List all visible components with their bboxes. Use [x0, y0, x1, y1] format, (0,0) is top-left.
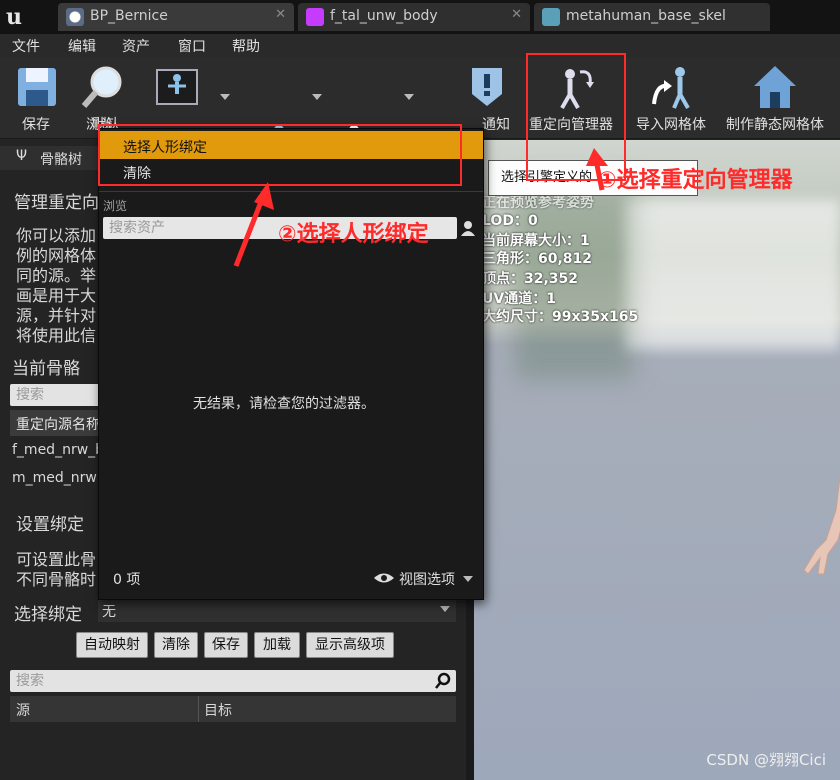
divider	[99, 191, 483, 192]
menu-window[interactable]: 窗口	[178, 36, 206, 56]
stat-triangles: 三角形：60,812	[482, 251, 593, 267]
stat-vertices: 顶点：32,352	[482, 271, 579, 287]
character-arm	[803, 473, 840, 575]
skeleton-icon	[542, 8, 560, 26]
eye-icon	[374, 573, 394, 583]
auto-map-button[interactable]: 自动映射	[76, 632, 148, 658]
save-button[interactable]: 保存	[8, 58, 68, 138]
save-icon	[18, 68, 56, 106]
retarget-source-header: 重定向源名称	[10, 410, 100, 436]
annotation-step2: ②选择人形绑定	[278, 222, 429, 247]
chevron-down-icon[interactable]	[312, 94, 322, 100]
list-item[interactable]: f_med_nrw_b	[12, 442, 104, 458]
close-icon[interactable]: ✕	[511, 7, 522, 22]
select-rig-label: 选择绑定	[14, 605, 82, 625]
search-icon	[435, 672, 451, 689]
skeleton-tree-icon: Ψ	[16, 148, 28, 164]
browse-section-label: 浏览	[103, 199, 128, 213]
chevron-down-icon[interactable]	[220, 94, 230, 100]
select-rig-dropdown[interactable]: 无	[98, 598, 456, 622]
tab-metahuman-base-skel[interactable]: metahuman_base_skel	[534, 3, 770, 31]
load-button[interactable]: 加载	[254, 632, 300, 658]
chevron-down-icon[interactable]	[404, 94, 414, 100]
item-count: 0 项	[113, 572, 141, 588]
rig-picker-menu: 选择人形绑定 清除 浏览 搜索资产 无结果，请检查您的过滤器。 0 项 视图选项	[98, 128, 484, 600]
save-mapping-button[interactable]: 保存	[204, 632, 248, 658]
chevron-down-icon	[440, 606, 450, 612]
annotation-box-humanoid	[98, 124, 462, 186]
stat-lod: LOD：0	[482, 213, 538, 229]
notify-icon	[472, 68, 502, 106]
skeleton-tree-tab[interactable]: Ψ 骨骼树	[0, 146, 98, 170]
import-mesh-icon	[652, 67, 690, 109]
menu-help[interactable]: 帮助	[232, 36, 260, 56]
manage-retarget-title: 管理重定向	[14, 193, 99, 213]
menu-edit[interactable]: 编辑	[68, 36, 96, 56]
import-mesh-button[interactable]: 导入网格体	[632, 58, 716, 138]
menu-file[interactable]: 文件	[12, 36, 40, 56]
preview-scene-icon	[156, 69, 198, 105]
view-options-button[interactable]: 视图选项	[373, 567, 477, 589]
set-rig-title: 设置绑定	[16, 515, 84, 535]
close-icon[interactable]: ✕	[275, 7, 286, 22]
annotation-arrow-left	[233, 182, 274, 267]
make-static-mesh-button[interactable]: 制作静态网格体	[724, 58, 836, 138]
viewport[interactable]: 正在预览参考姿势 LOD：0 当前屏幕大小：1 三角形：60,812 顶点：32…	[474, 140, 840, 780]
static-mesh-house-icon	[754, 66, 796, 108]
skeleton-search-input[interactable]: 搜索	[10, 384, 100, 406]
notify-button[interactable]: 通知	[464, 58, 524, 138]
stat-approx-size: 大约尺寸：99x35x165	[482, 309, 639, 325]
show-advanced-button[interactable]: 显示高级项	[306, 632, 394, 658]
magnifier-icon	[81, 66, 122, 108]
user-filter-icon[interactable]	[459, 219, 477, 237]
list-item[interactable]: m_med_nrw	[12, 470, 97, 486]
no-results-message: 无结果，请检查您的过滤器。	[193, 396, 375, 412]
unreal-logo-icon: u	[6, 4, 22, 30]
chevron-down-icon	[463, 576, 473, 582]
skeletal-mesh-icon	[306, 8, 324, 26]
mapping-search-input[interactable]: 搜索	[10, 670, 456, 692]
current-skeleton-heading: 当前骨骼	[12, 359, 80, 379]
column-divider	[198, 696, 199, 722]
blueprint-icon	[66, 8, 84, 26]
tab-bar: u BP_Bernice ✕ f_tal_unw_body ✕ metahuma…	[0, 0, 840, 34]
mapping-table-header: 源 目标	[10, 696, 456, 722]
stat-screen-size: 当前屏幕大小：1	[482, 233, 590, 249]
annotation-step1: ①选择重定向管理器	[598, 168, 793, 193]
menu-bar: 文件 编辑 资产 窗口 帮助	[0, 34, 840, 58]
tab-bp-bernice[interactable]: BP_Bernice ✕	[58, 3, 294, 31]
background-building	[624, 200, 840, 350]
watermark: CSDN @翙翙Cici	[706, 751, 826, 769]
menu-asset[interactable]: 资产	[122, 36, 150, 56]
tab-f-tal-unw-body[interactable]: f_tal_unw_body ✕	[298, 3, 530, 31]
clear-button[interactable]: 清除	[154, 632, 198, 658]
stat-uv-channels: UV通道：1	[482, 291, 556, 307]
